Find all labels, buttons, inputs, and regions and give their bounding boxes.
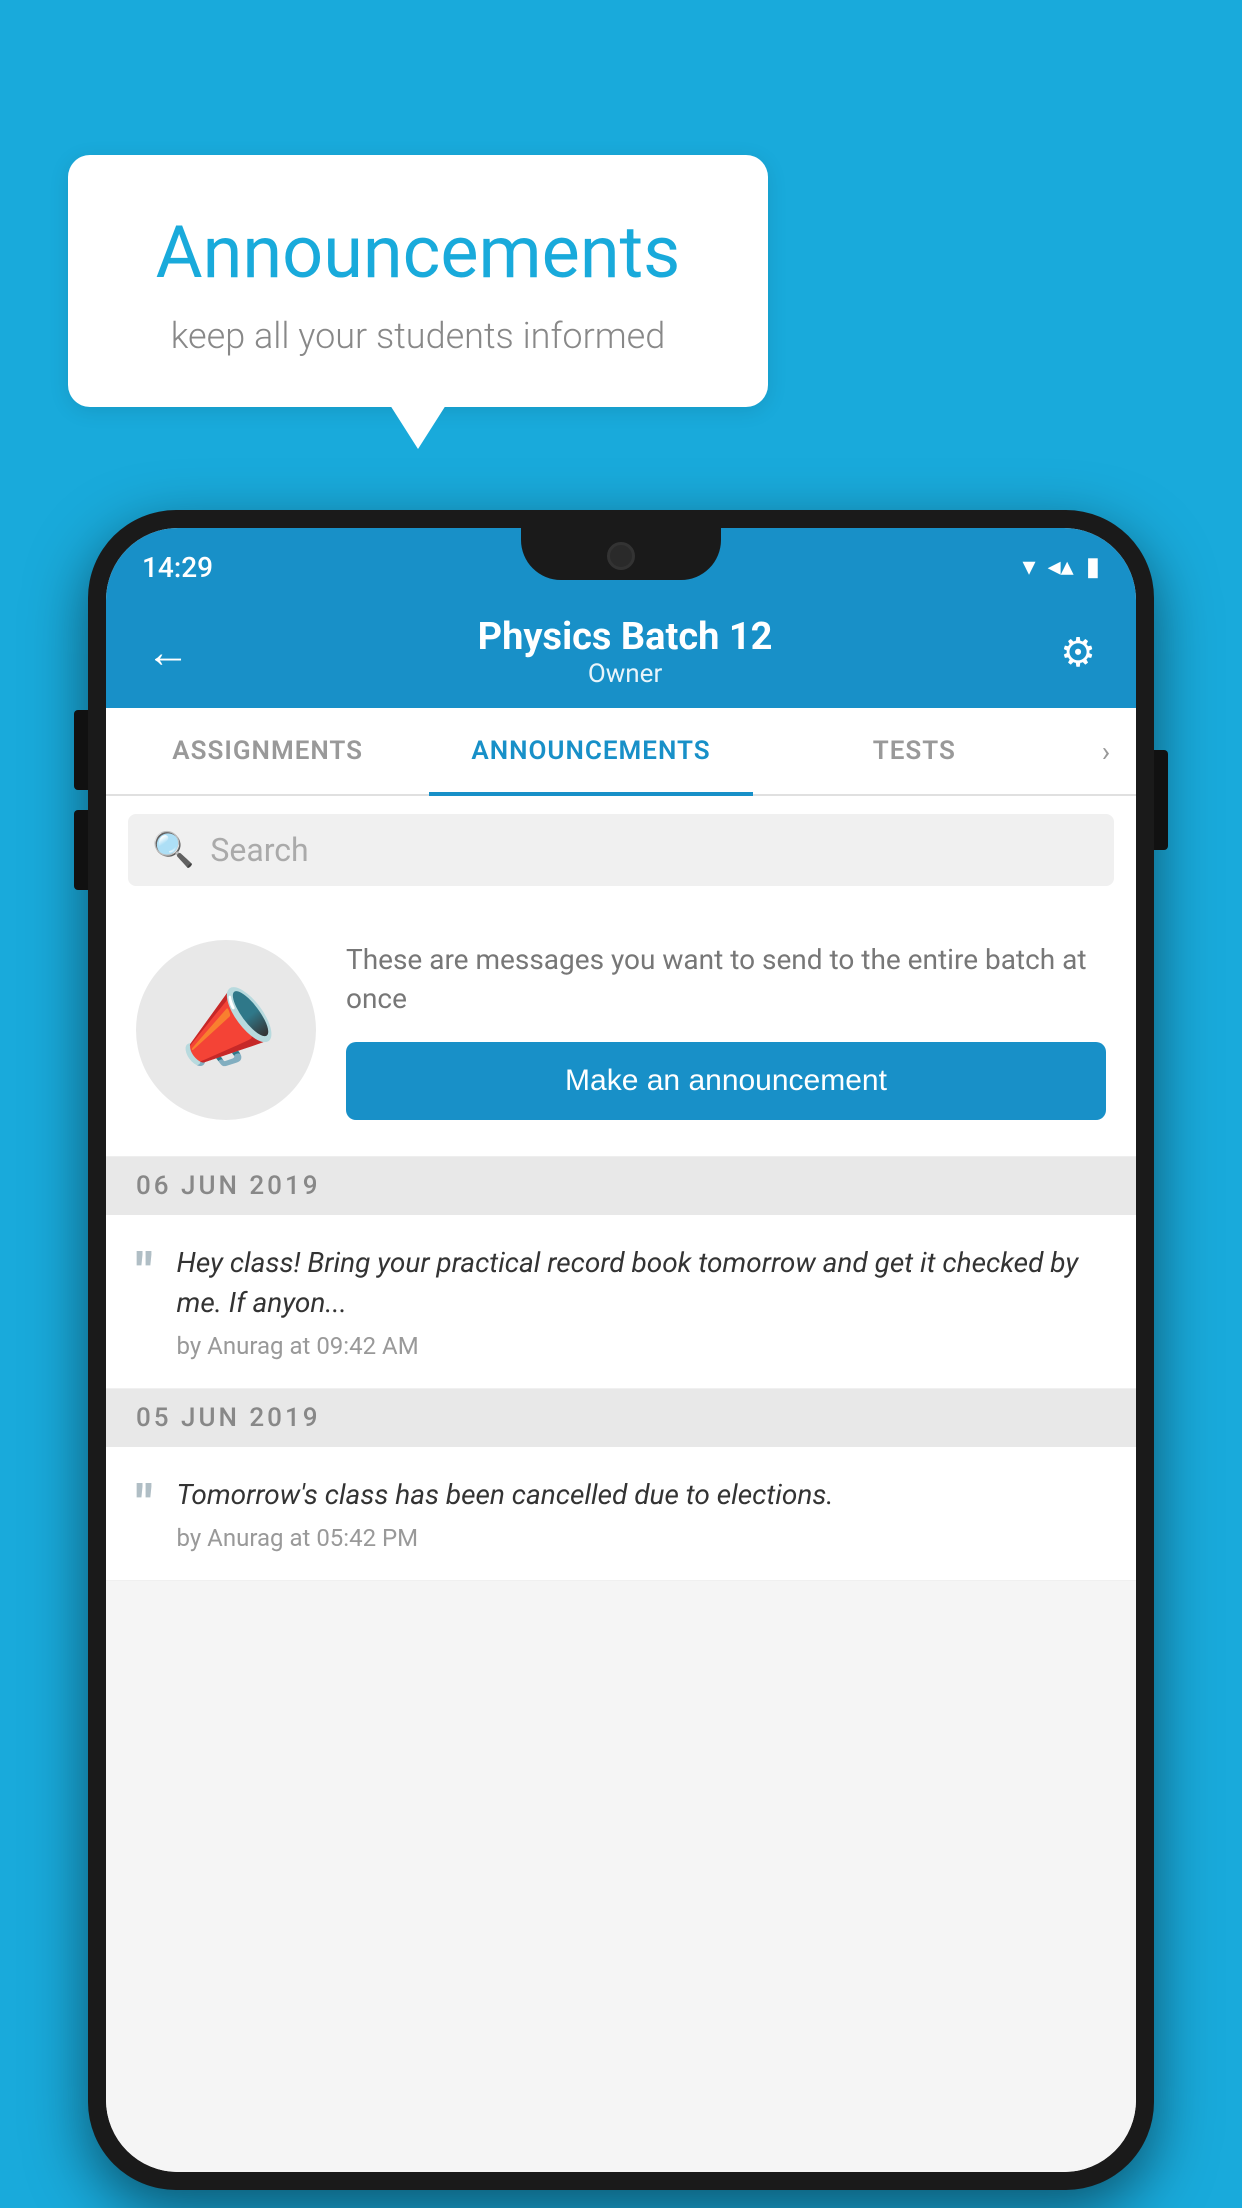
status-time: 14:29 [142,551,213,584]
speech-bubble-container: Announcements keep all your students inf… [68,155,768,407]
make-announcement-button[interactable]: Make an announcement [346,1042,1106,1120]
app-bar-title-section: Physics Batch 12 Owner [200,615,1050,689]
speech-bubble-subtitle: keep all your students informed [128,315,708,357]
phone-container: 14:29 ▾ ◂▴ ▮ ← Physics Batch 12 Owner ⚙ [88,510,1154,2190]
volume-up-button [74,710,88,790]
announcement-content-2: Tomorrow's class has been cancelled due … [177,1475,1106,1552]
promo-description: These are messages you want to send to t… [346,940,1106,1018]
back-button[interactable]: ← [136,616,200,688]
announcement-meta-1: by Anurag at 09:42 AM [177,1332,1106,1360]
tabs-more-button[interactable]: › [1076,708,1136,794]
front-camera [607,542,635,570]
quote-icon-2: " [136,1479,153,1531]
phone-outer: 14:29 ▾ ◂▴ ▮ ← Physics Batch 12 Owner ⚙ [88,510,1154,2190]
date-separator-2: 05 JUN 2019 [106,1389,1136,1447]
status-icons: ▾ ◂▴ ▮ [1023,552,1100,582]
speech-bubble-title: Announcements [128,210,708,295]
phone-notch [521,528,721,580]
promo-section: 📣 These are messages you want to send to… [106,904,1136,1157]
announcement-meta-2: by Anurag at 05:42 PM [177,1524,1106,1552]
app-bar-subtitle: Owner [200,659,1050,689]
speech-bubble: Announcements keep all your students inf… [68,155,768,407]
date-separator-1: 06 JUN 2019 [106,1157,1136,1215]
wifi-icon: ▾ [1023,552,1036,582]
settings-button[interactable]: ⚙ [1050,619,1106,686]
announcement-text-2: Tomorrow's class has been cancelled due … [177,1475,1106,1514]
promo-icon-circle: 📣 [136,940,316,1120]
announcement-content-1: Hey class! Bring your practical record b… [177,1243,1106,1359]
quote-icon-1: " [136,1247,153,1299]
announcement-item-1[interactable]: " Hey class! Bring your practical record… [106,1215,1136,1388]
signal-icon: ◂▴ [1048,552,1074,582]
promo-right: These are messages you want to send to t… [346,940,1106,1120]
announcement-text-1: Hey class! Bring your practical record b… [177,1243,1106,1321]
volume-down-button [74,810,88,890]
search-bar[interactable]: 🔍 Search [128,814,1114,886]
app-bar: ← Physics Batch 12 Owner ⚙ [106,596,1136,708]
announcement-item-2[interactable]: " Tomorrow's class has been cancelled du… [106,1447,1136,1581]
date-separator-text-1: 06 JUN 2019 [136,1171,321,1201]
search-placeholder: Search [210,831,308,869]
app-bar-title: Physics Batch 12 [200,615,1050,659]
tab-assignments[interactable]: ASSIGNMENTS [106,708,429,794]
power-button [1154,750,1168,850]
tab-tests[interactable]: TESTS [753,708,1076,794]
megaphone-icon: 📣 [166,972,287,1089]
date-separator-text-2: 05 JUN 2019 [136,1403,321,1433]
phone-screen: 14:29 ▾ ◂▴ ▮ ← Physics Batch 12 Owner ⚙ [106,528,1136,2172]
battery-icon: ▮ [1086,552,1100,582]
search-bar-container: 🔍 Search [106,796,1136,904]
content-area: 🔍 Search 📣 These are messages you want t… [106,796,1136,2172]
tabs-bar: ASSIGNMENTS ANNOUNCEMENTS TESTS › [106,708,1136,796]
tab-announcements[interactable]: ANNOUNCEMENTS [429,708,752,794]
search-icon: 🔍 [152,830,194,870]
